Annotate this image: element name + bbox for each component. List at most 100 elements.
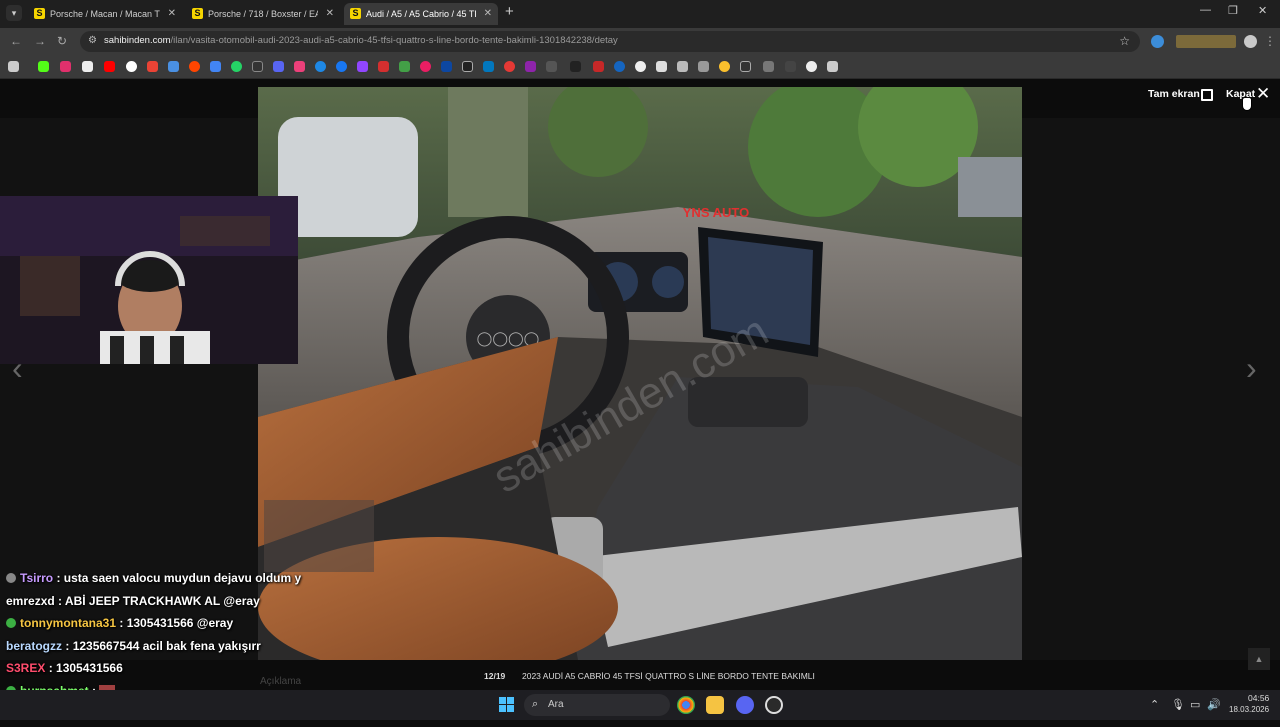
extension-icon[interactable] bbox=[1151, 35, 1164, 48]
bookmark-youtube-icon[interactable] bbox=[104, 61, 115, 72]
bookmark-icon[interactable] bbox=[570, 61, 581, 72]
close-tab-icon[interactable]: ✕ bbox=[168, 3, 176, 25]
tab-title: Porsche / 718 / Boxster / EA M bbox=[208, 9, 318, 19]
close-tab-icon[interactable]: ✕ bbox=[484, 3, 492, 25]
site-info-icon[interactable]: ⚙ bbox=[88, 35, 100, 47]
bookmark-icon[interactable] bbox=[441, 61, 452, 72]
bookmark-icon[interactable] bbox=[698, 61, 709, 72]
bookmark-google-icon[interactable] bbox=[126, 61, 137, 72]
bookmark-icon[interactable] bbox=[593, 61, 604, 72]
url-path: /ilan/vasita-otomobil-audi-2023-audi-a5-… bbox=[170, 35, 618, 46]
restore-icon[interactable]: ❐ bbox=[1228, 4, 1238, 17]
volume-icon[interactable]: 🔊 bbox=[1207, 698, 1221, 711]
tab-porsche-macan[interactable]: S Porsche / Macan / Macan T / 20 ✕ bbox=[28, 3, 182, 25]
clock-time[interactable]: 04:56 bbox=[1248, 693, 1269, 703]
photo-counter: 12/19 bbox=[484, 671, 506, 681]
mouse-cursor-icon bbox=[1243, 98, 1251, 110]
chat-message: emrezxd : ABİ JEEP TRACKHAWK AL @eray bbox=[6, 593, 260, 608]
search-icon: ⌕ bbox=[532, 698, 539, 710]
microphone-icon[interactable]: 🎙 bbox=[1171, 698, 1185, 711]
bookmark-icon[interactable] bbox=[525, 61, 536, 72]
taskbar-search[interactable]: ⌕ Ara bbox=[524, 694, 670, 716]
windows-start-icon[interactable] bbox=[499, 697, 515, 713]
bookmark-translate-icon[interactable] bbox=[210, 61, 221, 72]
bookmark-icon[interactable] bbox=[504, 61, 515, 72]
apps-grid-icon[interactable] bbox=[8, 61, 19, 72]
chat-message: Tsirro : usta saen valocu muydun dejavu … bbox=[6, 569, 306, 592]
chat-username: beratogzz bbox=[6, 638, 63, 653]
address-toolbar: ← → ↻ ⚙ sahibinden.com/ilan/vasita-otomo… bbox=[0, 28, 1280, 55]
forward-icon[interactable]: → bbox=[34, 34, 46, 48]
sahibinden-favicon-icon: S bbox=[34, 8, 45, 19]
tab-title: Audi / A5 / A5 Cabrio / 45 TFSI bbox=[366, 9, 476, 19]
fullscreen-icon[interactable] bbox=[1201, 89, 1213, 101]
bookmark-icon[interactable] bbox=[763, 61, 774, 72]
back-icon[interactable]: ← bbox=[10, 34, 22, 48]
network-icon[interactable]: ▭ bbox=[1190, 698, 1200, 711]
sahibinden-favicon-icon: S bbox=[192, 8, 203, 19]
new-tab-button[interactable]: + bbox=[505, 3, 514, 20]
bookmark-kick-icon[interactable] bbox=[38, 61, 49, 72]
bookmark-whatsapp-icon[interactable] bbox=[231, 61, 242, 72]
bookmark-icon[interactable] bbox=[656, 61, 667, 72]
reload-icon[interactable]: ↻ bbox=[57, 34, 67, 48]
svg-text:◯◯◯◯: ◯◯◯◯ bbox=[477, 330, 540, 347]
chat-message: tonnymontana31 : 1305431566 @eray bbox=[6, 614, 306, 637]
bookmark-twitch-icon[interactable] bbox=[357, 61, 368, 72]
bookmark-icon[interactable] bbox=[294, 61, 305, 72]
bookmark-icon[interactable] bbox=[740, 61, 751, 72]
chat-username: emrezxd bbox=[6, 593, 55, 608]
fullscreen-button[interactable]: Tam ekran bbox=[1148, 88, 1200, 100]
discord-icon[interactable] bbox=[736, 696, 754, 714]
bookmark-icon[interactable] bbox=[719, 61, 730, 72]
bookmark-x-icon[interactable] bbox=[82, 61, 93, 72]
bookmark-icon[interactable] bbox=[168, 61, 179, 72]
bookmarks-bar bbox=[0, 55, 1280, 79]
bookmark-icon[interactable] bbox=[273, 61, 284, 72]
window-close-icon[interactable]: ✕ bbox=[1258, 4, 1267, 17]
scroll-top-icon[interactable]: ▲ bbox=[1248, 648, 1270, 670]
bookmark-icon[interactable] bbox=[378, 61, 389, 72]
minimize-icon[interactable]: — bbox=[1200, 4, 1211, 16]
tab-porsche-718[interactable]: S Porsche / 718 / Boxster / EA M ✕ bbox=[186, 3, 340, 25]
chat-text: usta saen valocu muydun dejavu oldum y bbox=[63, 571, 302, 585]
tray-chevron-icon[interactable]: ⌃ bbox=[1150, 698, 1159, 711]
bookmark-gmail-icon[interactable] bbox=[147, 61, 158, 72]
bookmark-facebook-icon[interactable] bbox=[336, 61, 347, 72]
bookmark-icon[interactable] bbox=[315, 61, 326, 72]
tab-search-button[interactable]: ▾ bbox=[6, 5, 22, 21]
bookmark-icon[interactable] bbox=[806, 61, 817, 72]
bookmark-instagram-icon[interactable] bbox=[60, 61, 71, 72]
bookmark-icon[interactable] bbox=[614, 61, 625, 72]
tab-audi-a5[interactable]: S Audi / A5 / A5 Cabrio / 45 TFSI ✕ bbox=[344, 3, 498, 25]
profile-avatar-icon[interactable] bbox=[1244, 35, 1257, 48]
close-icon[interactable]: ✕ bbox=[1256, 84, 1270, 104]
file-explorer-icon[interactable] bbox=[706, 696, 724, 714]
menu-kebab-icon[interactable]: ⋮ bbox=[1264, 34, 1276, 48]
bookmark-star-icon[interactable]: ☆ bbox=[1119, 34, 1130, 48]
bookmark-reddit-icon[interactable] bbox=[189, 61, 200, 72]
bookmark-icon[interactable] bbox=[785, 61, 796, 72]
bookmark-icon[interactable] bbox=[483, 61, 494, 72]
next-photo-icon[interactable]: › bbox=[1246, 350, 1257, 387]
bookmark-icon[interactable] bbox=[546, 61, 557, 72]
bookmark-icon[interactable] bbox=[635, 61, 646, 72]
bookmark-icon[interactable] bbox=[462, 61, 473, 72]
chat-badge-icon bbox=[6, 618, 16, 628]
bookmark-icon[interactable] bbox=[399, 61, 410, 72]
url-bar[interactable]: ⚙ sahibinden.com/ilan/vasita-otomobil-au… bbox=[80, 31, 1140, 52]
clock-date[interactable]: 18.03.2026 bbox=[1229, 705, 1269, 714]
bookmark-icon[interactable] bbox=[827, 61, 838, 72]
chat-username: tonnymontana31 bbox=[20, 616, 117, 630]
close-tab-icon[interactable]: ✕ bbox=[326, 3, 334, 25]
app-icon[interactable] bbox=[765, 696, 783, 714]
bookmark-icon[interactable] bbox=[252, 61, 263, 72]
gallery-photo[interactable]: ◯◯◯◯ YNS AUTO sahibinden.com bbox=[258, 87, 1022, 660]
bookmark-icon[interactable] bbox=[420, 61, 431, 72]
chat-badge-icon bbox=[6, 573, 16, 583]
bookmark-icon[interactable] bbox=[677, 61, 688, 72]
photo-caption: 2023 AUDİ A5 CABRİO 45 TFSİ QUATTRO S Lİ… bbox=[522, 671, 815, 681]
profile-banner-icon[interactable] bbox=[1176, 35, 1236, 48]
chrome-taskbar-icon[interactable] bbox=[677, 696, 695, 714]
chat-message: beratogzz : 1235667544 acil bak fena yak… bbox=[6, 638, 261, 653]
